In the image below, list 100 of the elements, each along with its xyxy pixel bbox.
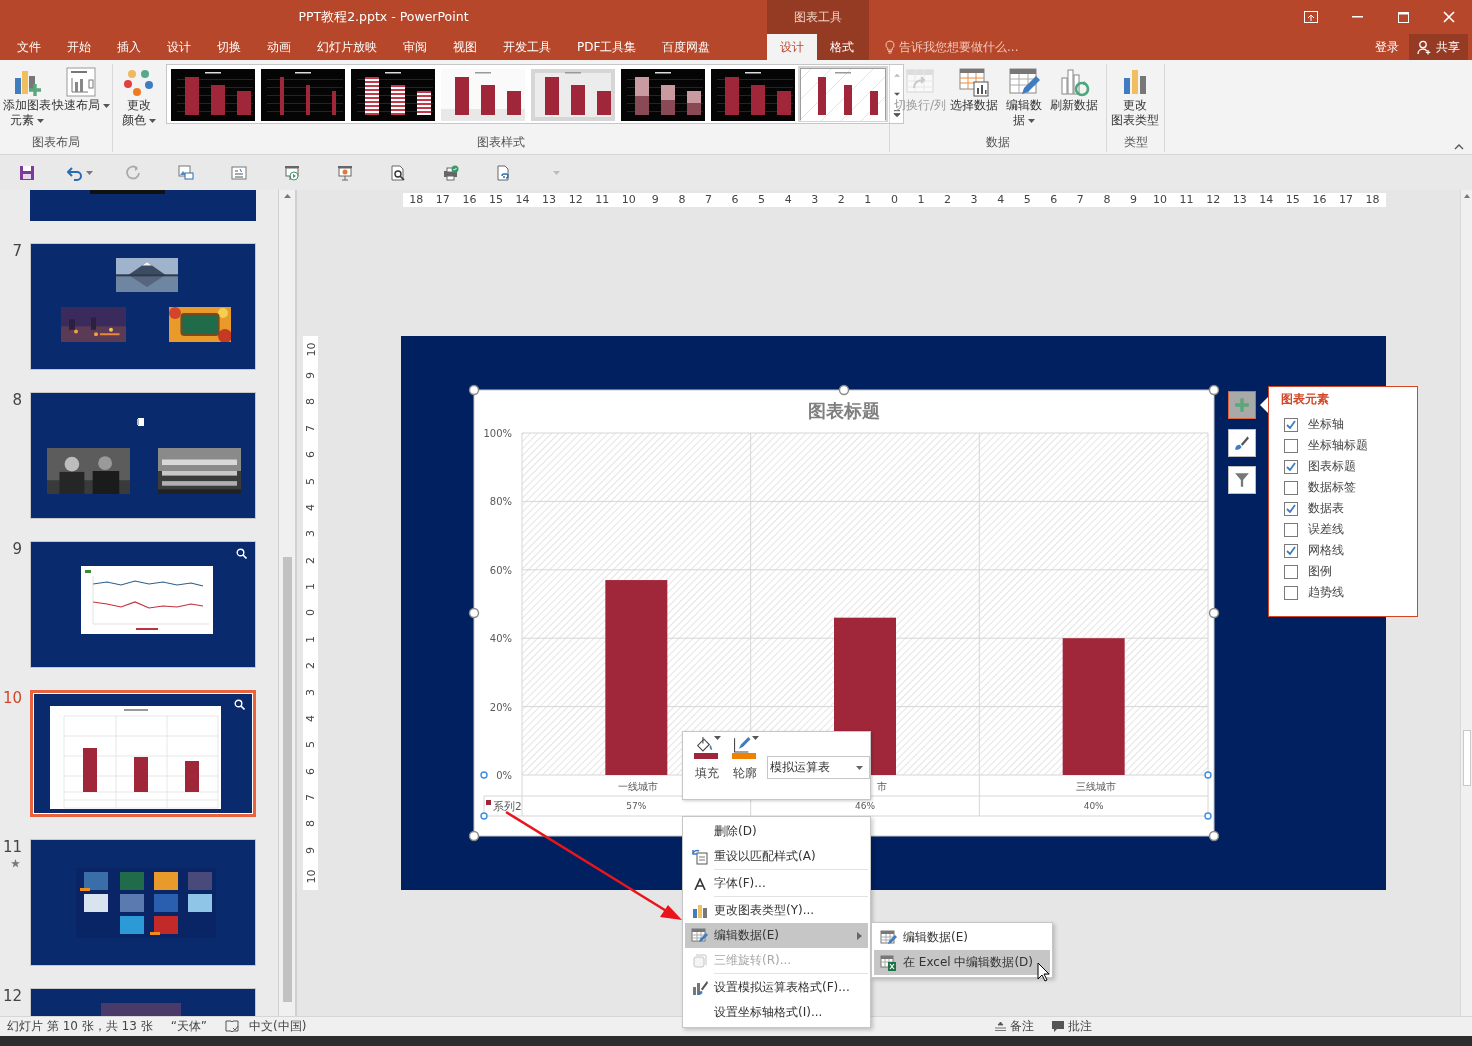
change-chart-type-button[interactable]: 更改 图表类型	[1110, 64, 1160, 130]
ribbon-tab[interactable]: PDF工具集	[564, 34, 650, 60]
checkbox-label[interactable]: 数据表	[1308, 500, 1344, 517]
resize-handle[interactable]	[838, 384, 850, 396]
edit-data-button[interactable]: 编辑数 据	[1001, 64, 1048, 130]
menu-item[interactable]: 删除(D)	[685, 819, 868, 844]
change-colors-button[interactable]: 更改 颜色	[116, 64, 162, 130]
checkbox-label[interactable]: 坐标轴标题	[1308, 437, 1368, 454]
chart-style-option[interactable]	[620, 68, 706, 120]
document-link-icon[interactable]	[495, 164, 512, 181]
menu-item[interactable]: 在 Excel 中编辑数据(D)	[874, 950, 1050, 975]
select-data-button[interactable]: 选择数据	[949, 64, 1000, 115]
collapse-ribbon-icon[interactable]	[1454, 144, 1464, 150]
selection-handle[interactable]	[480, 771, 488, 779]
checkbox-label[interactable]: 网格线	[1308, 542, 1344, 559]
ribbon-tab[interactable]: 插入	[104, 34, 154, 60]
maximize-icon[interactable]	[1397, 11, 1409, 23]
ribbon-tab[interactable]: 文件	[4, 34, 54, 60]
ribbon-tab[interactable]: 设计	[154, 34, 204, 60]
notes-button[interactable]: 备注	[995, 1018, 1034, 1035]
zoom-icon[interactable]	[236, 548, 247, 559]
slide-thumbnail[interactable]	[30, 690, 256, 817]
checkbox[interactable]	[1284, 501, 1298, 516]
checkbox[interactable]	[1284, 522, 1298, 537]
selection-handle[interactable]	[480, 812, 488, 820]
checkbox[interactable]	[1284, 417, 1298, 432]
quick-layout-button[interactable]: 快速布局	[52, 64, 109, 115]
outline-button[interactable]: 轮廓	[729, 736, 761, 799]
ribbon-tab[interactable]: 格式	[817, 34, 867, 60]
selection-handle[interactable]	[1204, 771, 1212, 779]
menu-item[interactable]: 设置坐标轴格式(I)...	[685, 1000, 868, 1025]
slide-thumbnail[interactable]	[30, 190, 256, 221]
ribbon-tab[interactable]: 动画	[254, 34, 304, 60]
checkbox[interactable]	[1284, 585, 1298, 600]
chart-style-option[interactable]	[530, 68, 616, 120]
zoom-icon[interactable]	[234, 699, 245, 710]
selection-handle[interactable]	[1204, 812, 1212, 820]
slide-thumbnail[interactable]	[30, 541, 256, 668]
scrollbar-thumb[interactable]	[282, 557, 292, 1002]
checkbox-label[interactable]: 图例	[1308, 563, 1332, 580]
menu-item[interactable]: 编辑数据(E)	[685, 923, 868, 948]
resize-handle[interactable]	[468, 607, 480, 619]
fill-button[interactable]: 填充	[691, 736, 723, 799]
chart-style-option[interactable]	[260, 68, 346, 120]
checkbox-label[interactable]: 误差线	[1308, 521, 1344, 538]
picture-on-monitor-icon[interactable]	[177, 164, 194, 181]
ribbon-display-options-icon[interactable]	[1304, 11, 1318, 23]
checkbox-label[interactable]: 图表标题	[1308, 458, 1356, 475]
text-box-icon[interactable]	[230, 164, 247, 181]
ribbon-tab[interactable]: 视图	[440, 34, 490, 60]
menu-item[interactable]: 编辑数据(E)	[874, 925, 1050, 950]
ribbon-tab[interactable]: 开发工具	[490, 34, 564, 60]
scrollbar-thumb[interactable]	[1462, 730, 1471, 786]
undo-icon[interactable]	[66, 164, 83, 181]
checkbox[interactable]	[1284, 438, 1298, 453]
comments-button[interactable]: 批注	[1052, 1018, 1092, 1035]
menu-item[interactable]: 重设以匹配样式(A)	[685, 844, 868, 869]
presentation-icon[interactable]	[336, 164, 353, 181]
resize-handle[interactable]	[468, 830, 480, 842]
resize-handle[interactable]	[468, 384, 480, 396]
ribbon-tab[interactable]: 设计	[767, 34, 817, 60]
checkbox[interactable]	[1284, 564, 1298, 579]
checkbox[interactable]	[1284, 459, 1298, 474]
resize-handle[interactable]	[1208, 607, 1220, 619]
print-preview-icon[interactable]	[389, 164, 406, 181]
menu-item[interactable]: 更改图表类型(Y)...	[685, 898, 868, 923]
minimize-icon[interactable]	[1351, 16, 1363, 18]
checkbox-label[interactable]: 数据标签	[1308, 479, 1356, 496]
menu-item[interactable]: 字体(F)...	[685, 871, 868, 896]
ribbon-tab[interactable]: 百度网盘	[649, 34, 724, 60]
checkbox[interactable]	[1284, 543, 1298, 558]
ribbon-tab[interactable]: 开始	[54, 34, 104, 60]
slide-thumbnail[interactable]	[30, 839, 256, 966]
save-icon[interactable]	[18, 164, 35, 181]
checkbox-label[interactable]: 坐标轴	[1308, 416, 1344, 433]
resize-handle[interactable]	[1208, 384, 1220, 396]
spell-check-icon[interactable]	[225, 1020, 240, 1033]
menu-item[interactable]: 设置模拟运算表格式(F)...	[685, 975, 868, 1000]
element-dropdown[interactable]: 模拟运算表	[767, 756, 870, 779]
sign-in-link[interactable]: 登录	[1365, 34, 1409, 60]
add-chart-element-button[interactable]: 添加图表 元素	[3, 64, 51, 130]
chart-filter-button[interactable]	[1228, 466, 1256, 494]
checkbox[interactable]	[1284, 480, 1298, 495]
tell-me-field[interactable]: 告诉我您想要做什么...	[899, 40, 1049, 54]
chart-style-option[interactable]	[800, 68, 886, 120]
close-icon[interactable]	[1443, 11, 1455, 23]
resize-handle[interactable]	[1208, 830, 1220, 842]
chart-styles-button[interactable]	[1228, 428, 1256, 457]
chart-style-option[interactable]	[170, 68, 256, 120]
refresh-data-button[interactable]: 刷新数据	[1049, 64, 1100, 115]
ribbon-tab[interactable]: 幻灯片放映	[304, 34, 390, 60]
ribbon-tab[interactable]: 切换	[204, 34, 254, 60]
slide-thumbnail[interactable]	[30, 243, 256, 370]
play-screen-icon[interactable]	[283, 164, 300, 181]
checkbox-label[interactable]: 趋势线	[1308, 584, 1344, 601]
chart-style-option[interactable]	[350, 68, 436, 120]
share-button[interactable]: 共享	[1409, 34, 1468, 60]
printer-check-icon[interactable]	[442, 164, 459, 181]
chart-style-option[interactable]	[710, 68, 796, 120]
slide-thumbnail[interactable]	[30, 392, 256, 519]
